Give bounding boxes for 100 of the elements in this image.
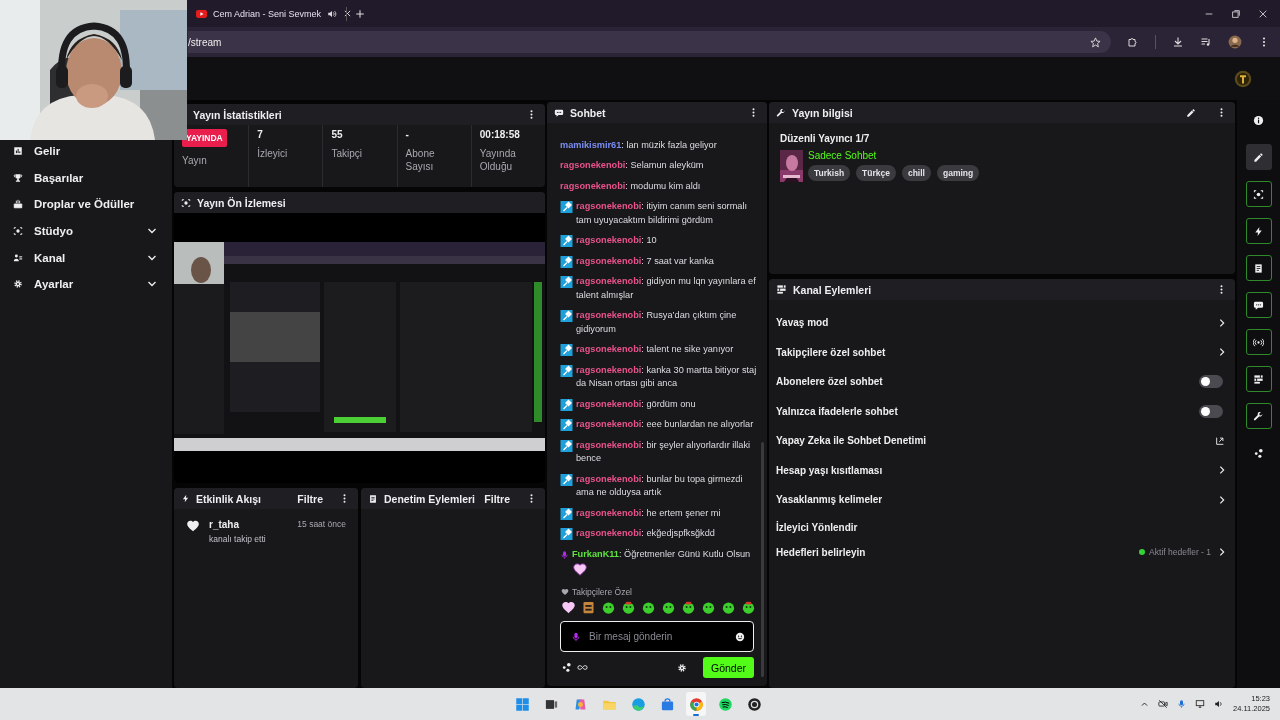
microphone-icon[interactable] — [1177, 699, 1186, 709]
emoji-icon[interactable] — [735, 631, 745, 642]
camera-frame-icon — [1253, 188, 1264, 200]
heart-emote-icon[interactable] — [561, 600, 576, 615]
close-icon[interactable] — [1258, 8, 1268, 19]
channel-action-row[interactable]: Hesap yaşı kısıtlaması — [776, 455, 1227, 485]
stat-value: 7 — [257, 129, 264, 140]
send-button[interactable]: Gönder — [702, 657, 754, 678]
face-emote-icon[interactable] — [661, 600, 676, 615]
stream-title: Düzenli Yayıncı 1/7 — [780, 133, 871, 144]
sidebar-item[interactable]: Kanal — [0, 244, 172, 271]
tag[interactable]: gaming — [936, 165, 980, 181]
chat-message: ragsonekenobi: eee bunlardan ne alıyorlar — [576, 418, 755, 431]
restore-icon[interactable] — [1231, 8, 1241, 19]
channel-action-row[interactable]: Yalnızca ifadelerle sohbet — [776, 396, 1227, 426]
toggle-switch[interactable] — [1199, 375, 1223, 389]
video-site-icon — [196, 9, 207, 18]
message-field[interactable]: Bir mesaj gönderin — [560, 621, 754, 652]
panel-title: Etkinlik Akışı — [196, 492, 262, 505]
stat-label: Abone Sayısı — [405, 147, 436, 173]
sidebar-item[interactable]: Gelir — [0, 138, 172, 165]
filter-button[interactable]: Filtre — [297, 492, 323, 505]
face-emote-icon[interactable] — [621, 600, 636, 615]
chevron-right-icon — [1217, 547, 1227, 557]
channel-action-row[interactable]: Abonelere özel sohbet — [776, 367, 1227, 397]
action-label: Takipçilere özel sohbet — [776, 346, 887, 358]
speaker-icon[interactable] — [1214, 699, 1224, 709]
infinity-icon[interactable] — [576, 662, 589, 673]
points-icon[interactable] — [561, 662, 572, 673]
toggle-switch[interactable] — [1199, 404, 1223, 418]
settings-icon[interactable] — [676, 662, 687, 673]
channel-action-row[interactable]: Yavaş mod — [776, 308, 1227, 338]
rail-button[interactable] — [1245, 403, 1272, 429]
chat-message: FurkanK11: Öğretmenler Günü Kutlu Olsun — [572, 547, 752, 561]
playlist-icon[interactable] — [1200, 36, 1212, 48]
panel-title: Kanal Eylemleri — [793, 283, 873, 296]
heart-icon — [186, 519, 200, 533]
channel-action-row[interactable]: Hedefleri belirleyin Aktif hedefler - 1 — [776, 539, 1227, 565]
edit-icon[interactable] — [1186, 107, 1196, 118]
download-icon[interactable] — [1172, 36, 1184, 48]
action-label: Hesap yaşı kısıtlaması — [776, 464, 884, 476]
network-icon[interactable] — [1195, 699, 1205, 709]
music-app-icon — [717, 696, 733, 712]
channel-action-row[interactable]: Yasaklanmış kelimeler — [776, 485, 1227, 515]
channel-action-row[interactable]: Yapay Zeka ile Sohbet Denetimi — [776, 426, 1227, 456]
rail-button[interactable] — [1245, 255, 1272, 281]
users-icon — [13, 252, 23, 263]
face-emote-icon[interactable] — [601, 600, 616, 615]
lightning-icon — [1253, 225, 1264, 237]
chart-icon — [13, 146, 23, 157]
channel-action-row[interactable]: İzleyici Yönlendir — [776, 514, 1227, 540]
rail-button[interactable] — [1245, 329, 1272, 355]
channel-action-row[interactable]: Takipçilere özel sohbet — [776, 337, 1227, 367]
action-label: Yalnızca ifadelerle sohbet — [776, 405, 899, 417]
face-emote-icon[interactable] — [681, 600, 696, 615]
tag[interactable]: chill — [901, 165, 931, 181]
address-field[interactable]: /stream — [188, 31, 1111, 53]
sidebar-item[interactable]: Ayarlar — [0, 270, 172, 298]
sidebar-item[interactable]: Başarılar — [0, 164, 172, 192]
message-input[interactable]: Bir mesaj gönderin — [589, 631, 727, 642]
tag[interactable]: Turkish — [808, 165, 851, 181]
live-badge: YAYINDA — [182, 129, 227, 147]
box-face-emote-icon[interactable] — [581, 600, 596, 615]
face-emote-icon[interactable] — [701, 600, 716, 615]
sidebar-item[interactable]: Stüdyo — [0, 217, 172, 245]
rail-button[interactable] — [1245, 144, 1272, 170]
filter-button[interactable]: Filtre — [484, 492, 510, 505]
chat-message: ragsonekenobi: modumu kim aldı — [560, 179, 702, 193]
event-text: kanalı takip etti — [209, 534, 267, 544]
stat-value: 55 — [331, 129, 344, 140]
action-label: İzleyici Yönlendir — [776, 521, 859, 533]
panel-title: Yayın İstatistikleri — [193, 108, 283, 121]
status-dot — [1139, 549, 1146, 555]
tag[interactable]: Türkçe — [856, 165, 896, 181]
document-icon — [1253, 262, 1264, 274]
chevron-right-icon — [1217, 317, 1227, 328]
gift-icon — [13, 199, 23, 210]
rail-button[interactable] — [1245, 181, 1272, 207]
rail-button[interactable] — [1245, 366, 1272, 392]
sidebar-item[interactable]: Droplar ve Ödüller — [0, 191, 172, 218]
lightning-icon — [181, 494, 190, 503]
face-emote-icon[interactable] — [721, 600, 736, 615]
camera-frame-icon — [13, 226, 23, 237]
start-icon — [514, 696, 530, 712]
category-link[interactable]: Sadece Sohbet — [808, 150, 877, 161]
edit-icon — [1253, 151, 1264, 163]
camera-off-icon[interactable] — [1158, 699, 1168, 709]
face-emote-icon[interactable] — [641, 600, 656, 615]
wrench-icon — [776, 107, 786, 118]
browser-icon — [630, 696, 646, 712]
face-emote-icon[interactable] — [741, 600, 756, 615]
bookmark-star-icon[interactable] — [1090, 36, 1101, 48]
chat-message: ragsonekenobi: bir şeyler alıyorlardır illaki bence — [576, 438, 752, 465]
actions-icon — [1253, 373, 1264, 385]
profile-avatar-icon[interactable] — [1228, 35, 1242, 49]
chat-message: ragsonekenobi: Selamun aleyküm — [560, 159, 705, 172]
rail-button[interactable] — [1245, 292, 1272, 318]
actions-icon — [776, 284, 787, 295]
new-tab-icon[interactable] — [355, 8, 365, 19]
user-avatar-icon[interactable] — [1234, 69, 1252, 88]
